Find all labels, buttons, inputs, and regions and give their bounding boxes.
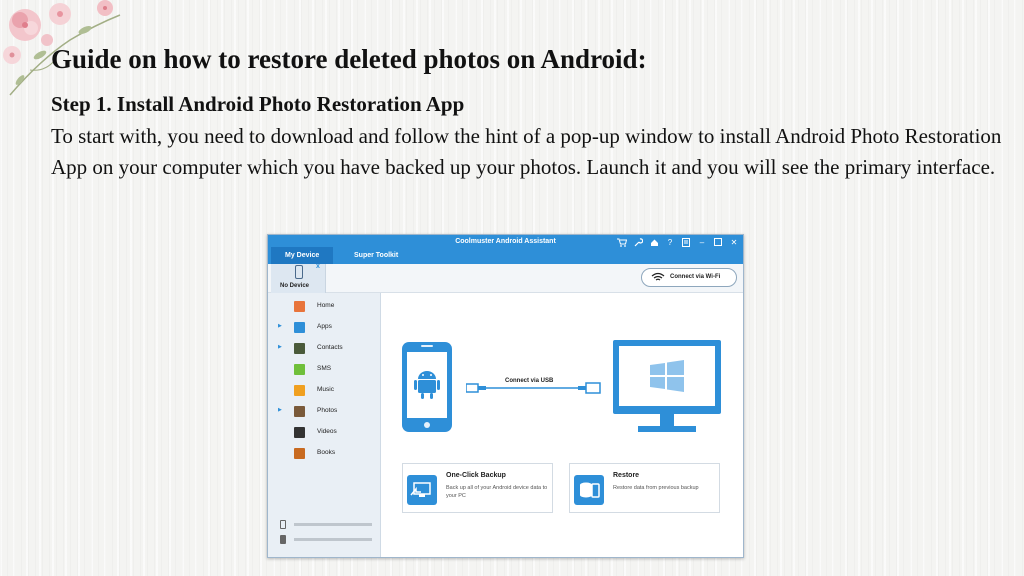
sd-card-icon (280, 535, 286, 544)
sidebar-item-label: Contacts (317, 344, 343, 351)
sidebar-item-photos[interactable]: ▶ Photos (268, 401, 381, 422)
sidebar-item-label: SMS (317, 365, 332, 372)
tab-super-toolkit[interactable]: Super Toolkit (340, 247, 412, 264)
sidebar-item-apps[interactable]: ▶ Apps (268, 317, 381, 338)
sd-card-storage-bar (280, 535, 372, 545)
expand-arrow-icon[interactable]: ▶ (278, 407, 282, 413)
step-title: Step 1. Install Android Photo Restoratio… (51, 92, 465, 116)
internal-storage-bar (280, 520, 372, 530)
wifi-icon (651, 272, 665, 281)
sidebar-item-label: Apps (317, 323, 332, 330)
computer-monitor-illustration (613, 340, 721, 432)
photos-icon (294, 406, 305, 417)
device-bar: x No Device Connect via Wi-Fi (268, 263, 743, 293)
home-icon (294, 301, 305, 312)
restore-icon (574, 475, 604, 505)
sidebar-item-books[interactable]: Books (268, 443, 381, 464)
connect-wifi-button[interactable]: Connect via Wi-Fi (641, 268, 737, 287)
restore-card[interactable]: Restore Restore data from previous backu… (569, 463, 720, 513)
one-click-backup-card[interactable]: One-Click Backup Back up all of your And… (402, 463, 553, 513)
sidebar-item-label: Videos (317, 428, 337, 435)
minimize-icon[interactable]: – (697, 238, 707, 250)
wifi-button-label: Connect via Wi-Fi (670, 274, 721, 280)
close-icon[interactable]: ✕ (729, 238, 739, 250)
help-icon[interactable]: ? (665, 238, 675, 250)
card-description: Back up all of your Android device data … (446, 485, 548, 499)
storage-fill (294, 538, 372, 541)
card-title: One-Click Backup (446, 472, 506, 479)
tab-my-device[interactable]: My Device (271, 247, 334, 264)
sidebar: Home ▶ Apps ▶ Contacts SMS Music ▶ Photo… (268, 293, 381, 557)
usb-connect-label: Connect via USB (505, 378, 554, 384)
music-icon (294, 385, 305, 396)
sidebar-item-videos[interactable]: Videos (268, 422, 381, 443)
sms-icon (294, 364, 305, 375)
contacts-icon (294, 343, 305, 354)
device-close-icon[interactable]: x (316, 263, 320, 270)
sidebar-item-label: Home (317, 302, 335, 309)
android-phone-illustration (402, 342, 452, 432)
cart-icon[interactable] (617, 238, 628, 250)
maximize-icon[interactable] (713, 238, 723, 250)
sidebar-item-contacts[interactable]: ▶ Contacts (268, 338, 381, 359)
window-controls: ? – ✕ (617, 238, 739, 250)
card-title: Restore (613, 472, 640, 479)
backup-icon (407, 475, 437, 505)
main-panel: Connect via USB One-Click Backup Back up… (382, 293, 743, 557)
app-window: Coolmuster Android Assistant My Device S… (267, 234, 744, 558)
feedback-icon[interactable] (681, 238, 691, 250)
device-label: No Device (280, 283, 310, 289)
sidebar-item-home[interactable]: Home (268, 296, 381, 317)
home-icon[interactable] (649, 238, 659, 250)
slide-title: Guide on how to restore deleted photos o… (51, 44, 647, 74)
videos-icon (294, 427, 305, 438)
step-body: To start with, you need to download and … (51, 124, 1002, 179)
phone-storage-icon (280, 520, 286, 529)
sidebar-item-sms[interactable]: SMS (268, 359, 381, 380)
apps-icon (294, 322, 305, 333)
wrench-icon[interactable] (633, 238, 643, 250)
expand-arrow-icon[interactable]: ▶ (278, 323, 282, 329)
card-description: Restore data from previous backup (613, 485, 699, 491)
sidebar-item-label: Music (317, 386, 334, 393)
phone-icon (295, 265, 303, 279)
sidebar-item-music[interactable]: Music (268, 380, 381, 401)
expand-arrow-icon[interactable]: ▶ (278, 344, 282, 350)
storage-fill (294, 523, 372, 526)
title-bar: Coolmuster Android Assistant My Device S… (268, 235, 743, 264)
device-slot[interactable]: x No Device (271, 263, 326, 293)
sidebar-item-label: Photos (317, 407, 338, 414)
books-icon (294, 448, 305, 459)
sidebar-item-label: Books (317, 449, 336, 456)
